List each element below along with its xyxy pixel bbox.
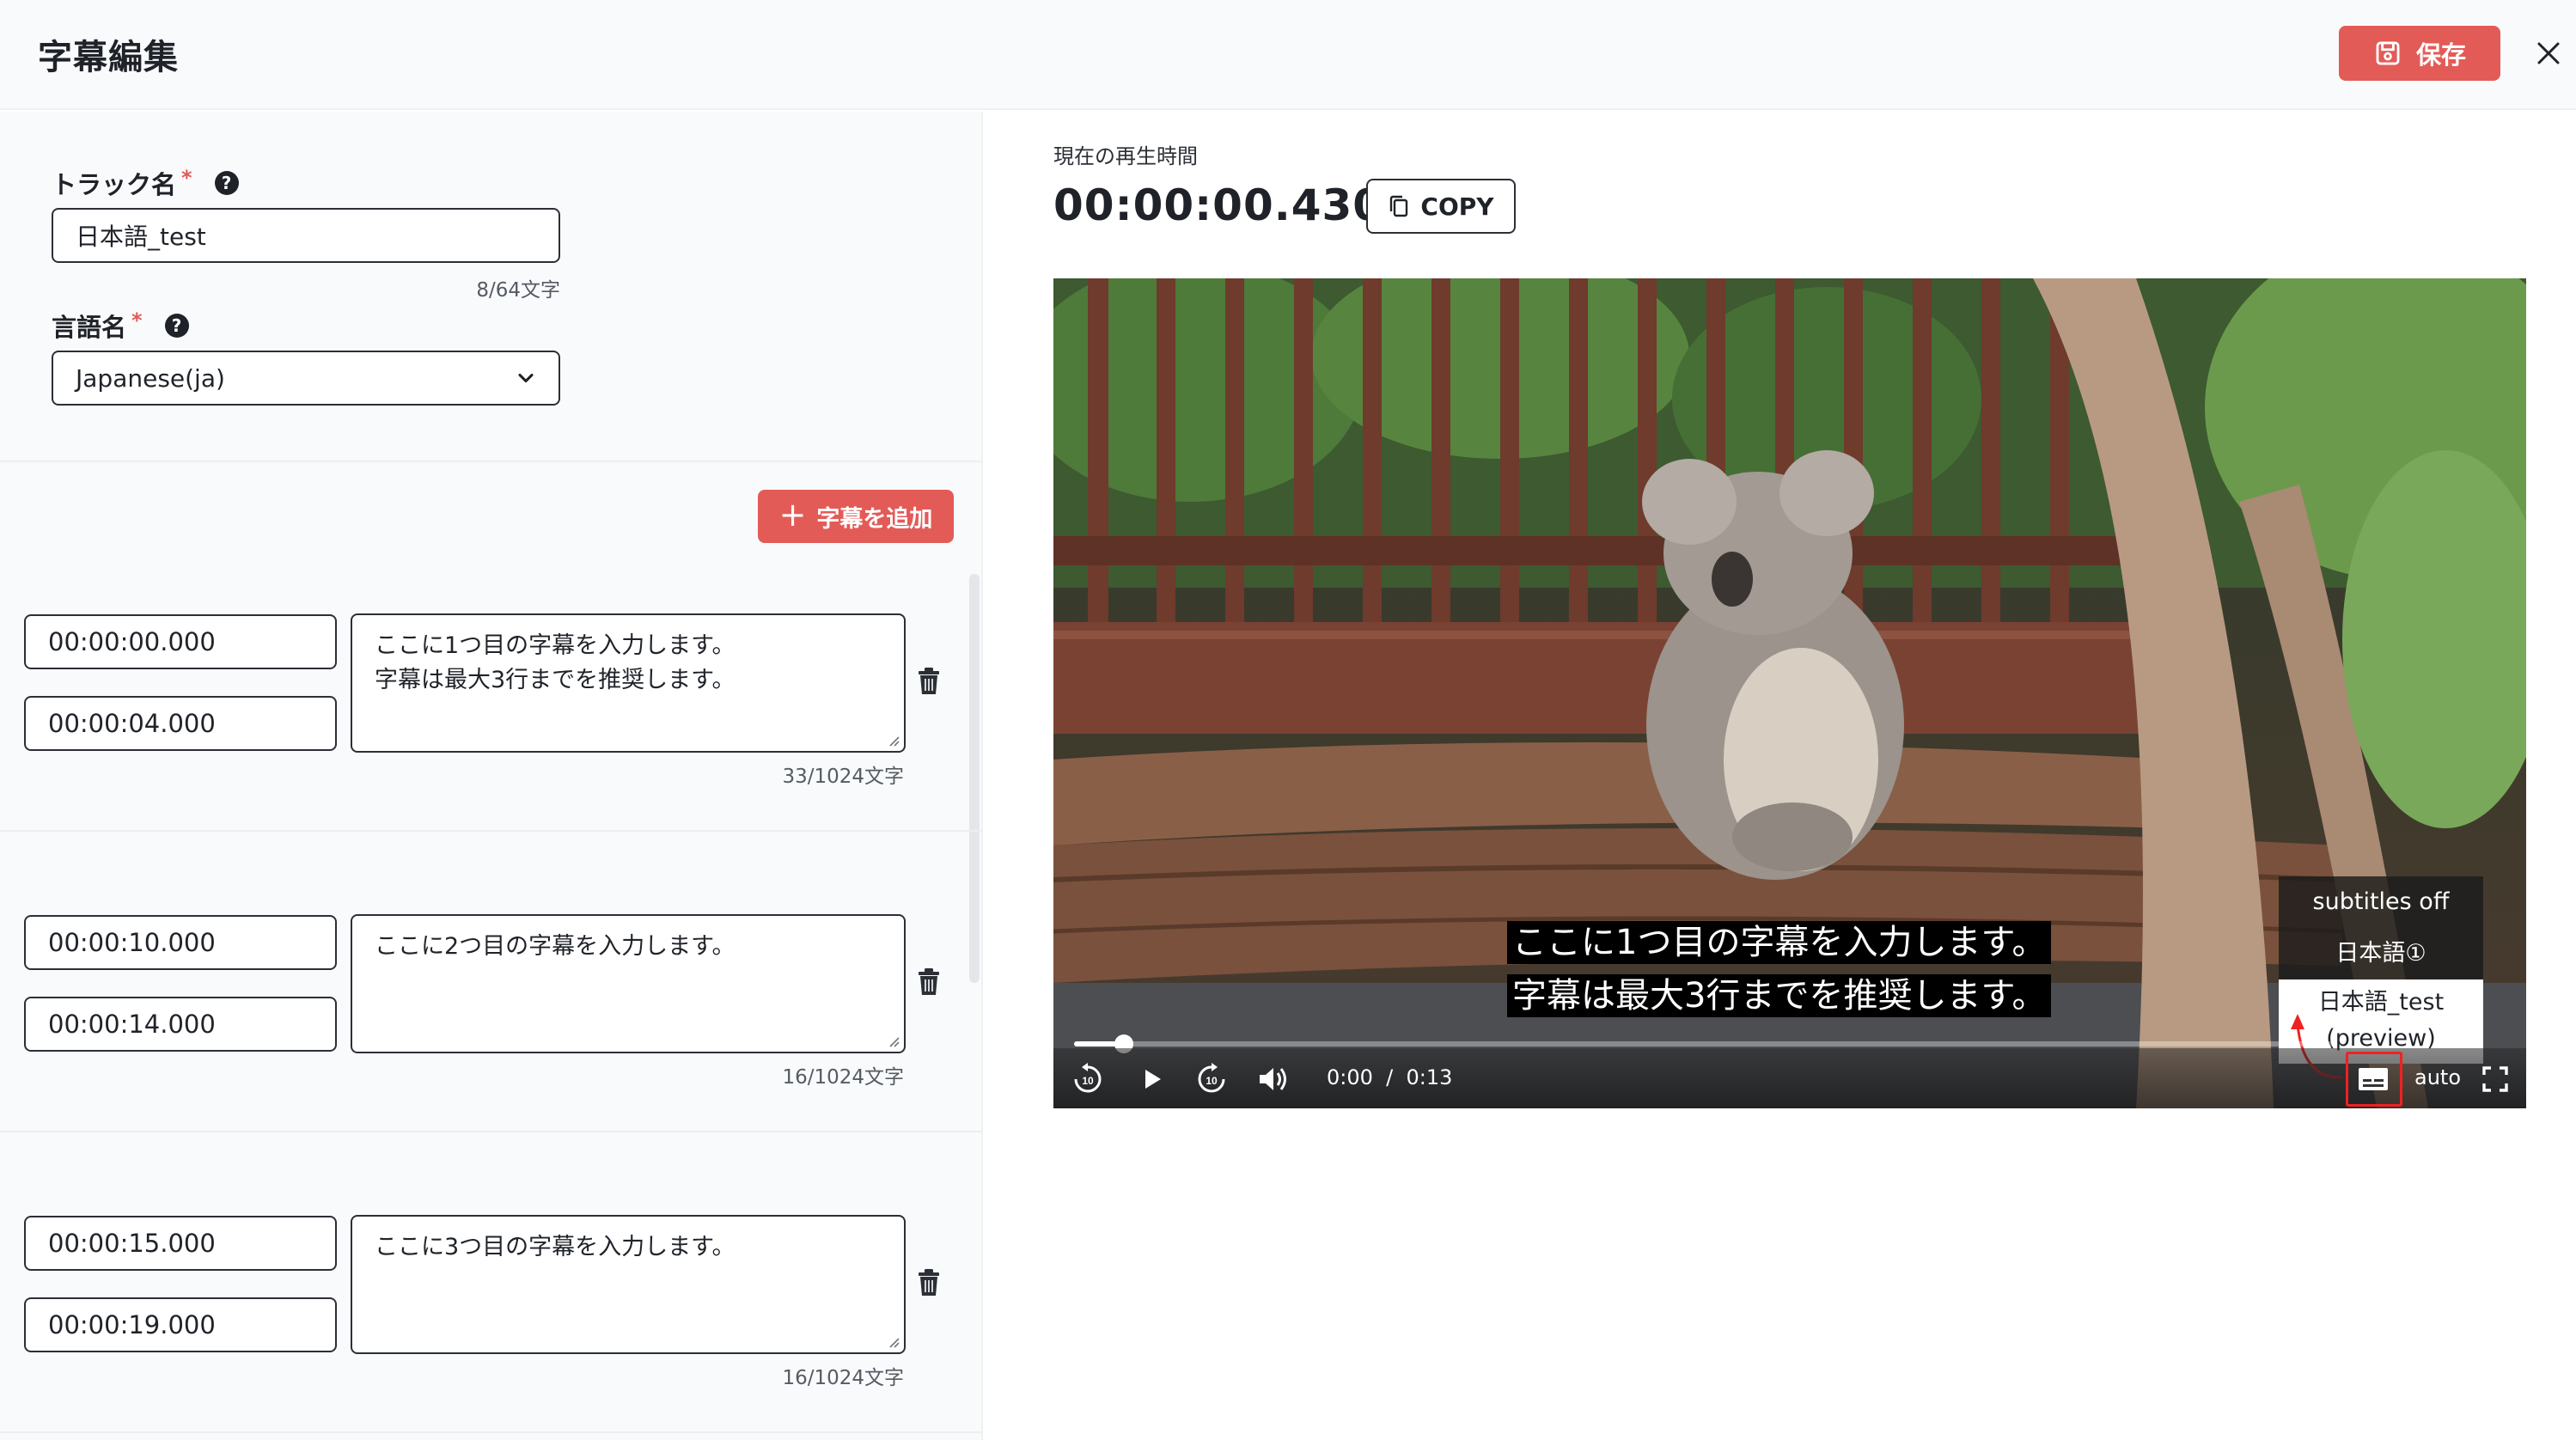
add-subtitle-label: 字幕を追加 [816, 505, 933, 533]
help-icon[interactable]: ? [164, 314, 189, 338]
divider [0, 1131, 983, 1132]
play-icon[interactable] [1134, 1062, 1169, 1096]
resize-grip-icon[interactable] [885, 1333, 900, 1349]
fullscreen-icon[interactable] [2478, 1062, 2512, 1096]
divider [0, 461, 983, 462]
track-name-label: トラック名 * ? [52, 165, 239, 201]
trash-icon[interactable] [916, 667, 942, 696]
floppy-disk-icon [2376, 41, 2400, 65]
required-mark: * [181, 166, 192, 190]
close-button[interactable] [2528, 33, 2569, 74]
subtitle-option-japanese[interactable]: 日本語① [2279, 928, 2483, 979]
cue-counter: 16/1024文字 [782, 1367, 904, 1389]
copy-button-label: COPY [1420, 192, 1494, 221]
cue-start-input[interactable]: 00:00:15.000 [24, 1216, 337, 1271]
required-mark: * [131, 308, 143, 333]
plus-icon: + [778, 496, 807, 534]
resize-grip-icon[interactable] [885, 1033, 900, 1048]
add-subtitle-button[interactable]: + 字幕を追加 [758, 490, 954, 543]
trash-icon[interactable] [916, 1268, 942, 1297]
cue-end-input[interactable]: 00:00:04.000 [24, 696, 337, 751]
copy-button[interactable]: COPY [1366, 179, 1516, 234]
caption-line: 字幕は最大3行までを推奨します。 [1507, 974, 2052, 1017]
forward-10-icon[interactable]: 10 [1194, 1062, 1229, 1096]
copy-icon [1390, 195, 1408, 217]
quality-setting[interactable]: auto [2414, 1065, 2461, 1089]
replay-10-icon[interactable]: 10 [1071, 1062, 1105, 1096]
cue-text-area[interactable]: ここに3つ目の字幕を入力します。 [351, 1215, 906, 1354]
cue-text-area[interactable]: ここに2つ目の字幕を入力します。 [351, 914, 906, 1053]
svg-text:10: 10 [1082, 1075, 1094, 1087]
chevron-down-icon [518, 373, 534, 383]
subtitles-button-highlight [2346, 1052, 2402, 1107]
playback-time: 0:00 / 0:13 [1327, 1065, 1453, 1089]
video-player[interactable]: ここに1つ目の字幕を入力します。 字幕は最大3行までを推奨します。 subtit… [1053, 278, 2526, 1108]
close-icon [2537, 42, 2560, 64]
save-button[interactable]: 保存 [2339, 26, 2500, 81]
page-title: 字幕編集 [38, 38, 179, 77]
cue-end-input[interactable]: 00:00:14.000 [24, 997, 337, 1052]
divider [0, 830, 983, 832]
divider [0, 1431, 983, 1433]
help-icon[interactable]: ? [214, 171, 239, 195]
player-controls: 10 10 0:00 / 0:13 auto [1053, 1048, 2526, 1108]
progress-fill [1074, 1041, 1116, 1046]
cue-end-input[interactable]: 00:00:19.000 [24, 1297, 337, 1352]
subtitle-option-off[interactable]: subtitles off [2279, 876, 2483, 928]
language-select[interactable]: Japanese(ja) [52, 351, 560, 406]
scrollbar[interactable] [969, 574, 980, 983]
language-select-value: Japanese(ja) [76, 363, 225, 393]
volume-icon[interactable] [1254, 1062, 1289, 1096]
track-name-counter: 8/64文字 [476, 279, 560, 302]
progress-bar[interactable] [1074, 1034, 2337, 1053]
trash-icon[interactable] [916, 967, 942, 997]
cue-text-area[interactable]: ここに1つ目の字幕を入力します。 字幕は最大3行までを推奨します。 [351, 613, 906, 753]
cue-start-input[interactable]: 00:00:10.000 [24, 915, 337, 970]
caption-line: ここに1つ目の字幕を入力します。 [1507, 921, 2052, 964]
current-time-value: 00:00:00.430 [1053, 180, 1384, 230]
svg-text:10: 10 [1206, 1075, 1218, 1087]
save-button-label: 保存 [2415, 42, 2466, 70]
track-name-input[interactable]: 日本語_test [52, 208, 560, 263]
language-name-label: 言語名 * ? [52, 308, 189, 344]
header: 字幕編集 保存 [0, 0, 2576, 110]
cue-counter: 16/1024文字 [782, 1066, 904, 1089]
resize-grip-icon[interactable] [885, 732, 900, 747]
cue-start-input[interactable]: 00:00:00.000 [24, 614, 337, 669]
current-time-label: 現在の再生時間 [1053, 144, 1198, 168]
cue-counter: 33/1024文字 [782, 766, 904, 788]
